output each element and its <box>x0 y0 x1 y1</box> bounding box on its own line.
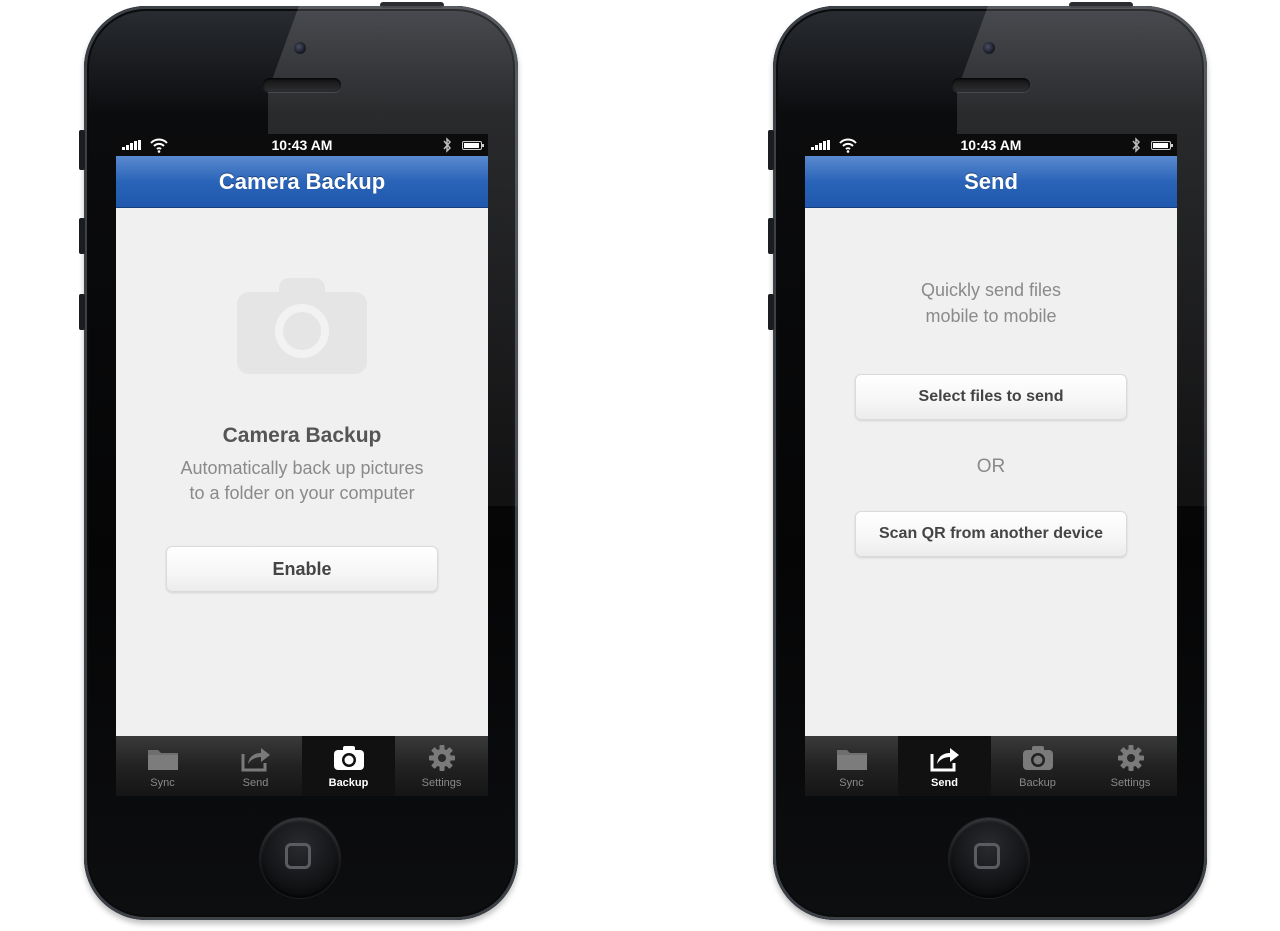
tab-send[interactable]: Send <box>209 736 302 796</box>
tab-sync[interactable]: Sync <box>116 736 209 796</box>
tab-bar: Sync Send Backup Settings <box>805 736 1177 796</box>
folder-icon <box>147 750 178 770</box>
home-square-icon <box>974 843 1000 869</box>
tab-label: Send <box>931 777 958 789</box>
bluetooth-icon <box>443 137 452 153</box>
camera-icon <box>333 746 364 770</box>
speaker-grille <box>263 78 341 92</box>
content-description-line1: Automatically back up pictures <box>180 458 424 478</box>
tab-label: Sync <box>150 777 175 789</box>
tab-settings[interactable]: Settings <box>395 736 488 796</box>
battery-icon <box>462 141 484 150</box>
camera-placeholder-icon <box>237 278 367 374</box>
tab-label: Send <box>242 777 269 789</box>
enable-button[interactable]: Enable <box>166 546 438 592</box>
mute-switch <box>768 130 774 170</box>
camera-icon <box>1022 746 1053 770</box>
tab-label: Sync <box>839 777 864 789</box>
status-time: 10:43 AM <box>271 137 333 153</box>
tab-send[interactable]: Send <box>898 736 991 796</box>
intro-line1: Quickly send files <box>920 280 1062 300</box>
tab-backup[interactable]: Backup <box>991 736 1084 796</box>
volume-up-button <box>768 218 774 254</box>
front-camera-icon <box>294 42 306 54</box>
content-heading: Camera Backup <box>222 424 382 447</box>
volume-down-button <box>79 294 85 330</box>
share-icon <box>241 748 270 772</box>
folder-icon <box>836 750 867 770</box>
phone-right: 10:43 AM Send Quickly send files mobile … <box>768 2 1207 920</box>
intro-line2: mobile to mobile <box>925 306 1057 326</box>
speaker-grille <box>952 78 1030 92</box>
sleep-button <box>1069 2 1133 8</box>
tab-label: Backup <box>328 777 369 789</box>
tab-sync[interactable]: Sync <box>805 736 898 796</box>
status-bar: 10:43 AM <box>805 134 1177 156</box>
bluetooth-icon <box>1132 137 1141 153</box>
content-description-line2: to a folder on your computer <box>189 483 415 503</box>
or-label: OR <box>976 456 1006 477</box>
screen: 10:43 AM Camera Backup Camera Backup Aut… <box>116 134 488 796</box>
content-area: Quickly send files mobile to mobile Sele… <box>805 208 1177 736</box>
nav-bar-title: Camera Backup <box>116 156 488 208</box>
nav-bar-title: Send <box>805 156 1177 208</box>
phone-left: 10:43 AM Camera Backup Camera Backup Aut… <box>79 2 518 920</box>
sleep-button <box>380 2 444 8</box>
tab-bar: Sync Send Backup Settings <box>116 736 488 796</box>
volume-down-button <box>768 294 774 330</box>
tab-settings[interactable]: Settings <box>1084 736 1177 796</box>
status-time: 10:43 AM <box>960 137 1022 153</box>
volume-up-button <box>79 218 85 254</box>
screen: 10:43 AM Send Quickly send files mobile … <box>805 134 1177 796</box>
tab-label: Settings <box>421 777 462 789</box>
home-button[interactable] <box>949 818 1029 898</box>
select-files-button[interactable]: Select files to send <box>855 374 1127 420</box>
gear-icon <box>1117 745 1144 771</box>
home-square-icon <box>285 843 311 869</box>
scan-qr-button[interactable]: Scan QR from another device <box>855 511 1127 557</box>
tab-label: Backup <box>1019 777 1056 789</box>
tab-backup[interactable]: Backup <box>302 736 395 796</box>
home-button[interactable] <box>260 818 340 898</box>
gear-icon <box>428 745 455 771</box>
content-area: Camera Backup Automatically back up pict… <box>116 208 488 736</box>
mute-switch <box>79 130 85 170</box>
battery-icon <box>1151 141 1173 150</box>
status-bar: 10:43 AM <box>116 134 488 156</box>
share-icon <box>930 748 959 772</box>
front-camera-icon <box>983 42 995 54</box>
tab-label: Settings <box>1110 777 1151 789</box>
